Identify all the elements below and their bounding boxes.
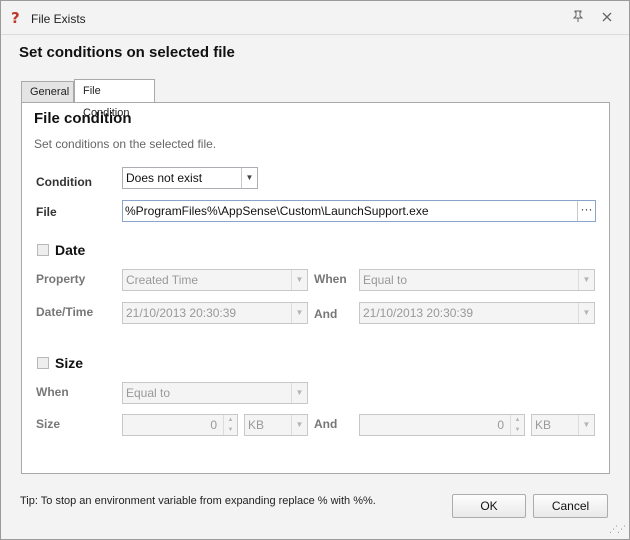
window-title: File Exists bbox=[31, 12, 86, 26]
date-checkbox[interactable] bbox=[37, 244, 49, 256]
resize-grip-icon[interactable]: ⋰⋰ bbox=[609, 524, 626, 535]
chevron-down-icon: ▼ bbox=[578, 415, 594, 435]
chevron-down-icon: ▼ bbox=[291, 383, 307, 403]
size-and-stepper[interactable]: 0 ▲ ▼ bbox=[359, 414, 525, 436]
date-when-value: Equal to bbox=[363, 273, 408, 287]
file-condition-panel: File condition Set conditions on the sel… bbox=[21, 102, 610, 474]
date-heading: Date bbox=[55, 242, 86, 258]
file-condition-subtitle: Set conditions on the selected file. bbox=[34, 137, 217, 151]
page-title: Set conditions on selected file bbox=[19, 44, 235, 61]
property-value: Created Time bbox=[126, 273, 199, 287]
chevron-down-icon: ▼ bbox=[241, 168, 257, 188]
chevron-down-icon: ▼ bbox=[291, 270, 307, 290]
size-when-value: Equal to bbox=[126, 386, 171, 400]
size-heading: Size bbox=[55, 355, 84, 371]
size-and-unit-select[interactable]: KB ▼ bbox=[531, 414, 595, 436]
chevron-down-icon: ▼ bbox=[291, 303, 307, 323]
close-icon[interactable] bbox=[598, 9, 616, 27]
property-label: Property bbox=[36, 272, 86, 286]
file-label: File bbox=[36, 205, 57, 219]
tab-general[interactable]: General bbox=[21, 81, 74, 103]
stepper-arrows-icon[interactable]: ▲ ▼ bbox=[223, 415, 237, 435]
size-value: 0 bbox=[210, 418, 217, 432]
chevron-down-icon: ▼ bbox=[291, 415, 307, 435]
file-path-value: %ProgramFiles%\AppSense\Custom\LaunchSup… bbox=[125, 204, 429, 218]
browse-button[interactable]: ··· bbox=[577, 201, 595, 221]
size-stepper[interactable]: 0 ▲ ▼ bbox=[122, 414, 238, 436]
chevron-down-icon: ▼ bbox=[578, 303, 594, 323]
stepper-arrows-icon[interactable]: ▲ ▼ bbox=[510, 415, 524, 435]
file-exists-dialog: ? File Exists Set conditions on selected… bbox=[0, 0, 630, 540]
date-and-value: 21/10/2013 20:30:39 bbox=[363, 306, 474, 320]
size-when-label: When bbox=[36, 385, 69, 399]
file-path-input[interactable]: %ProgramFiles%\AppSense\Custom\LaunchSup… bbox=[122, 200, 596, 222]
ok-button[interactable]: OK bbox=[452, 494, 526, 518]
datetime-label: Date/Time bbox=[36, 305, 94, 319]
title-bar: ? File Exists bbox=[1, 1, 629, 35]
condition-value: Does not exist bbox=[126, 171, 203, 185]
size-and-unit-value: KB bbox=[535, 418, 552, 432]
size-and-label: And bbox=[314, 417, 338, 431]
pin-icon[interactable] bbox=[569, 9, 587, 27]
date-and-label: And bbox=[314, 307, 338, 321]
size-and-value: 0 bbox=[497, 418, 504, 432]
size-when-select[interactable]: Equal to ▼ bbox=[122, 382, 308, 404]
condition-select[interactable]: Does not exist ▼ bbox=[122, 167, 258, 189]
date-when-select[interactable]: Equal to ▼ bbox=[359, 269, 595, 291]
property-select[interactable]: Created Time ▼ bbox=[122, 269, 308, 291]
question-file-icon: ? bbox=[11, 9, 20, 27]
size-unit-select[interactable]: KB ▼ bbox=[244, 414, 308, 436]
size-label: Size bbox=[36, 417, 61, 431]
cancel-button[interactable]: Cancel bbox=[533, 494, 608, 518]
datetime-value: 21/10/2013 20:30:39 bbox=[126, 306, 237, 320]
datetime-picker[interactable]: 21/10/2013 20:30:39 ▼ bbox=[122, 302, 308, 324]
date-when-label: When bbox=[314, 272, 347, 286]
tip-text: Tip: To stop an environment variable fro… bbox=[20, 495, 376, 507]
condition-label: Condition bbox=[36, 175, 92, 189]
size-checkbox[interactable] bbox=[37, 357, 49, 369]
date-and-picker[interactable]: 21/10/2013 20:30:39 ▼ bbox=[359, 302, 595, 324]
chevron-down-icon: ▼ bbox=[578, 270, 594, 290]
tab-file-condition[interactable]: File Condition bbox=[74, 79, 155, 119]
size-unit-value: KB bbox=[248, 418, 265, 432]
